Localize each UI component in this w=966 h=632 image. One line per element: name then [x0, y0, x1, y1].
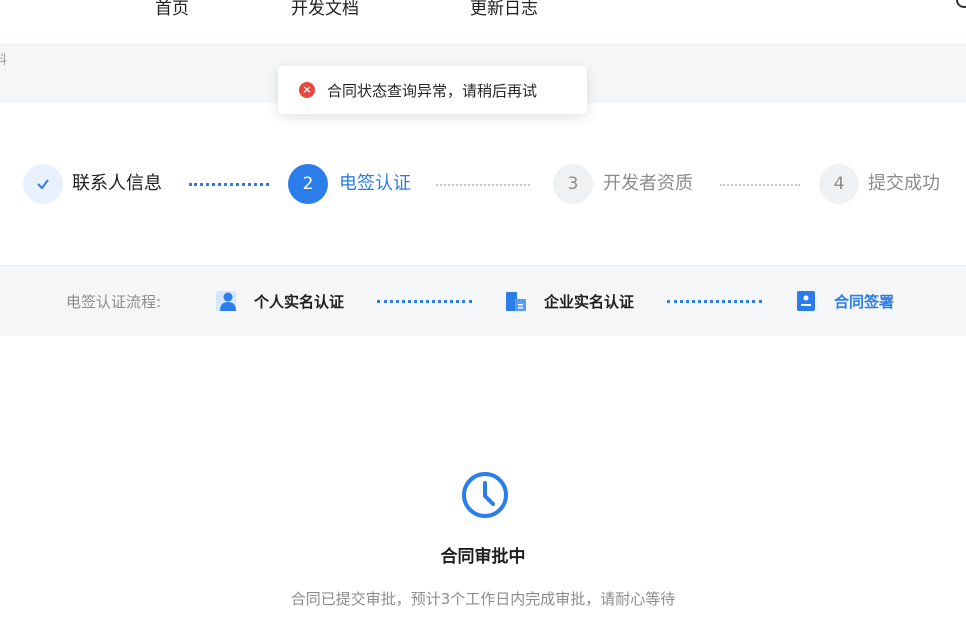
esign-flow: 电签认证流程: 个人实名认证 企业实名认证 合同签署 [0, 265, 966, 336]
contract-icon [797, 291, 815, 311]
nav-home[interactable]: 首页 [155, 0, 189, 19]
flow-personal: 个人实名认证 [254, 293, 345, 311]
step-connector-1 [189, 183, 269, 186]
breadcrumb-fragment: 料 [0, 53, 8, 68]
nav-docs[interactable]: 开发文档 [291, 0, 359, 19]
step-connector-2 [436, 184, 530, 186]
step-1-check-icon [23, 164, 63, 204]
step-1-label: 联系人信息 [72, 173, 162, 194]
toast-message: 合同状态查询异常，请稍后再试 [327, 81, 538, 100]
clock-icon [462, 472, 508, 518]
nav-changelog[interactable]: 更新日志 [470, 0, 538, 19]
step-connector-3 [720, 184, 800, 186]
flow-label: 电签认证流程: [66, 293, 162, 311]
flow-enterprise: 企业实名认证 [544, 293, 635, 311]
person-icon [216, 291, 236, 311]
step-3-label: 开发者资质 [603, 173, 693, 194]
error-icon: × [299, 82, 315, 98]
status-description: 合同已提交审批，预计3个工作日内完成审批，请耐心等待 [290, 590, 676, 608]
step-3-number: 3 [553, 164, 593, 204]
status-title: 合同审批中 [440, 547, 526, 567]
step-4-number: 4 [819, 164, 859, 204]
search-icon[interactable] [956, 0, 966, 8]
flow-connector-2 [667, 300, 762, 303]
building-icon [506, 292, 526, 311]
step-2-number: 2 [288, 164, 328, 204]
error-toast: × 合同状态查询异常，请稍后再试 [278, 66, 587, 114]
flow-connector-1 [377, 300, 472, 303]
step-2-label: 电签认证 [339, 173, 411, 194]
step-4-label: 提交成功 [868, 173, 940, 194]
flow-contract: 合同签署 [834, 293, 895, 311]
top-nav: 首页 开发文档 更新日志 [0, 0, 966, 45]
